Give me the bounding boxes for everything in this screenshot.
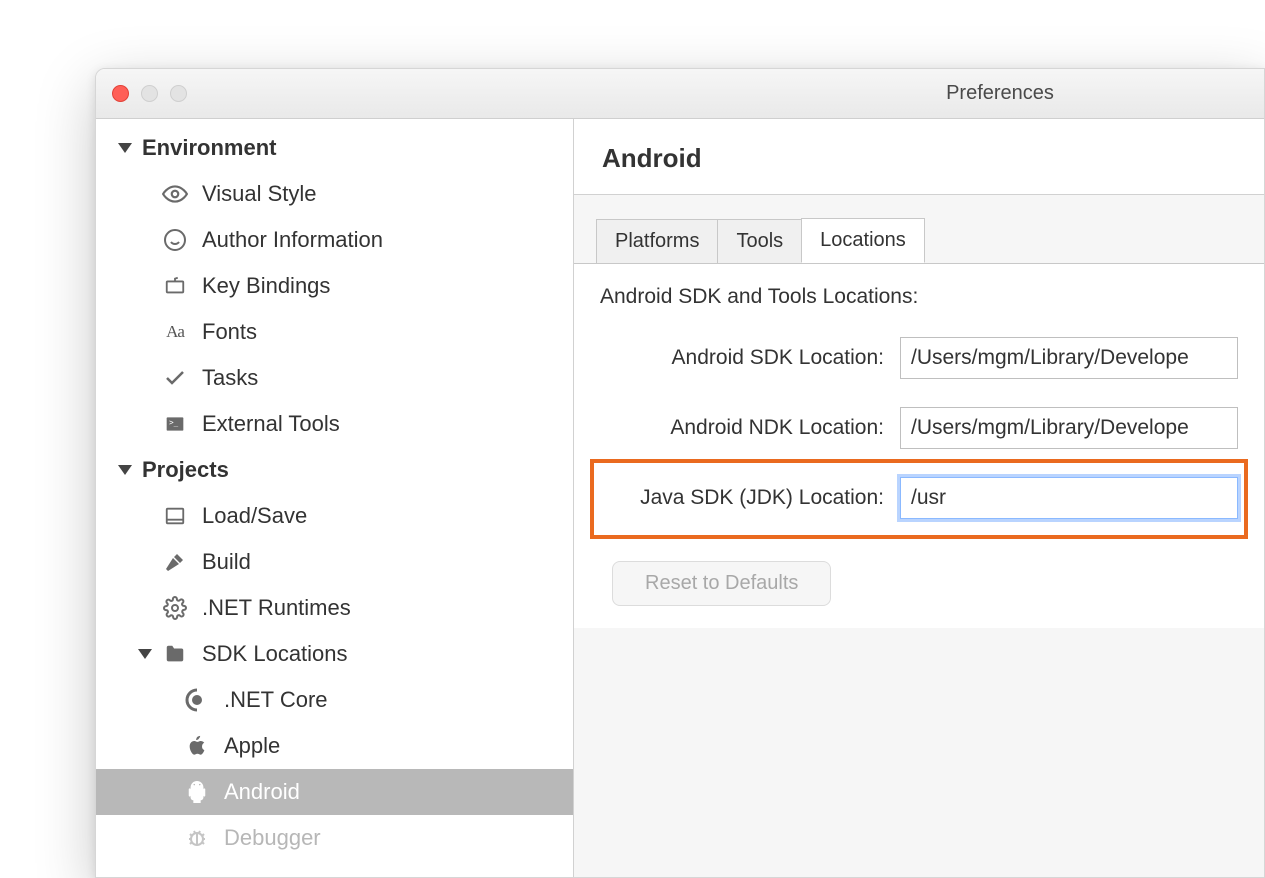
sidebar-item-label: Fonts (202, 319, 257, 345)
smile-icon (162, 227, 188, 253)
apple-icon (184, 733, 210, 759)
content-pane: Android Platforms Tools Locations Androi… (574, 119, 1264, 877)
sidebar-item-net-runtimes[interactable]: .NET Runtimes (96, 585, 573, 631)
sidebar-category-projects[interactable]: Projects (96, 447, 573, 493)
sidebar-item-visual-style[interactable]: Visual Style (96, 171, 573, 217)
tab-area: Platforms Tools Locations Android SDK an… (574, 195, 1264, 877)
sidebar-item-android[interactable]: Android (96, 769, 573, 815)
terminal-icon: >_ (162, 411, 188, 437)
sidebar-item-author-information[interactable]: Author Information (96, 217, 573, 263)
chevron-down-icon (118, 143, 132, 153)
row-android-ndk: Android NDK Location: (600, 407, 1238, 449)
sidebar-category-label: Environment (142, 135, 276, 161)
row-android-sdk: Android SDK Location: (600, 337, 1238, 379)
sidebar-item-debugger[interactable]: Debugger (96, 815, 573, 861)
sidebar-item-fonts[interactable]: Aa Fonts (96, 309, 573, 355)
sidebar-item-label: .NET Core (224, 687, 328, 713)
window-controls (112, 85, 187, 102)
reset-to-defaults-button[interactable]: Reset to Defaults (612, 561, 831, 606)
disk-icon (162, 503, 188, 529)
hammer-icon (162, 549, 188, 575)
sidebar-item-label: Tasks (202, 365, 258, 391)
sidebar-item-label: Android (224, 779, 300, 805)
bug-icon (184, 825, 210, 851)
minimize-window-button[interactable] (141, 85, 158, 102)
tab-tools[interactable]: Tools (717, 219, 802, 263)
tab-platforms[interactable]: Platforms (596, 219, 718, 263)
sidebar-item-tasks[interactable]: Tasks (96, 355, 573, 401)
android-ndk-input[interactable] (900, 407, 1238, 449)
zoom-window-button[interactable] (170, 85, 187, 102)
chevron-down-icon (118, 465, 132, 475)
tab-locations[interactable]: Locations (801, 218, 925, 263)
titlebar: Preferences (96, 69, 1264, 119)
android-icon (184, 779, 210, 805)
section-title: Android SDK and Tools Locations: (600, 285, 1238, 309)
eye-icon (162, 181, 188, 207)
android-sdk-input[interactable] (900, 337, 1238, 379)
android-sdk-label: Android SDK Location: (600, 346, 900, 370)
window-body: Environment Visual Style Author Informat… (96, 119, 1264, 877)
row-java-sdk: Java SDK (JDK) Location: (600, 477, 1238, 519)
sidebar: Environment Visual Style Author Informat… (96, 119, 574, 877)
sidebar-item-label: SDK Locations (202, 641, 348, 667)
sidebar-item-label: Key Bindings (202, 273, 330, 299)
keyboard-icon (162, 273, 188, 299)
page-title: Android (574, 119, 1264, 195)
fonts-icon: Aa (162, 319, 188, 345)
gear-icon (162, 595, 188, 621)
preferences-window: Preferences Environment Visual Style (95, 68, 1265, 878)
android-ndk-label: Android NDK Location: (600, 416, 900, 440)
dotnet-icon (184, 687, 210, 713)
sidebar-item-label: External Tools (202, 411, 340, 437)
sidebar-item-label: Author Information (202, 227, 383, 253)
close-window-button[interactable] (112, 85, 129, 102)
java-sdk-input[interactable] (900, 477, 1238, 519)
sidebar-item-key-bindings[interactable]: Key Bindings (96, 263, 573, 309)
check-icon (162, 365, 188, 391)
sidebar-item-load-save[interactable]: Load/Save (96, 493, 573, 539)
sidebar-item-net-core[interactable]: .NET Core (96, 677, 573, 723)
sidebar-item-label: .NET Runtimes (202, 595, 351, 621)
tab-strip: Platforms Tools Locations (574, 218, 1264, 264)
sidebar-item-label: Apple (224, 733, 280, 759)
sidebar-category-label: Projects (142, 457, 229, 483)
sidebar-category-environment[interactable]: Environment (96, 125, 573, 171)
sidebar-item-label: Visual Style (202, 181, 317, 207)
sidebar-item-apple[interactable]: Apple (96, 723, 573, 769)
sidebar-item-build[interactable]: Build (96, 539, 573, 585)
folder-icon (162, 641, 188, 667)
window-title: Preferences (96, 82, 1264, 105)
java-sdk-label: Java SDK (JDK) Location: (600, 486, 900, 510)
sidebar-item-sdk-locations[interactable]: SDK Locations (96, 631, 573, 677)
jdk-highlight: Java SDK (JDK) Location: (590, 459, 1248, 539)
sidebar-item-label: Load/Save (202, 503, 307, 529)
svg-text:>_: >_ (169, 418, 179, 427)
chevron-down-icon (138, 649, 152, 659)
tab-panel-locations: Android SDK and Tools Locations: Android… (574, 263, 1264, 628)
sidebar-item-external-tools[interactable]: >_ External Tools (96, 401, 573, 447)
sidebar-item-label: Debugger (224, 825, 321, 851)
sidebar-item-label: Build (202, 549, 251, 575)
